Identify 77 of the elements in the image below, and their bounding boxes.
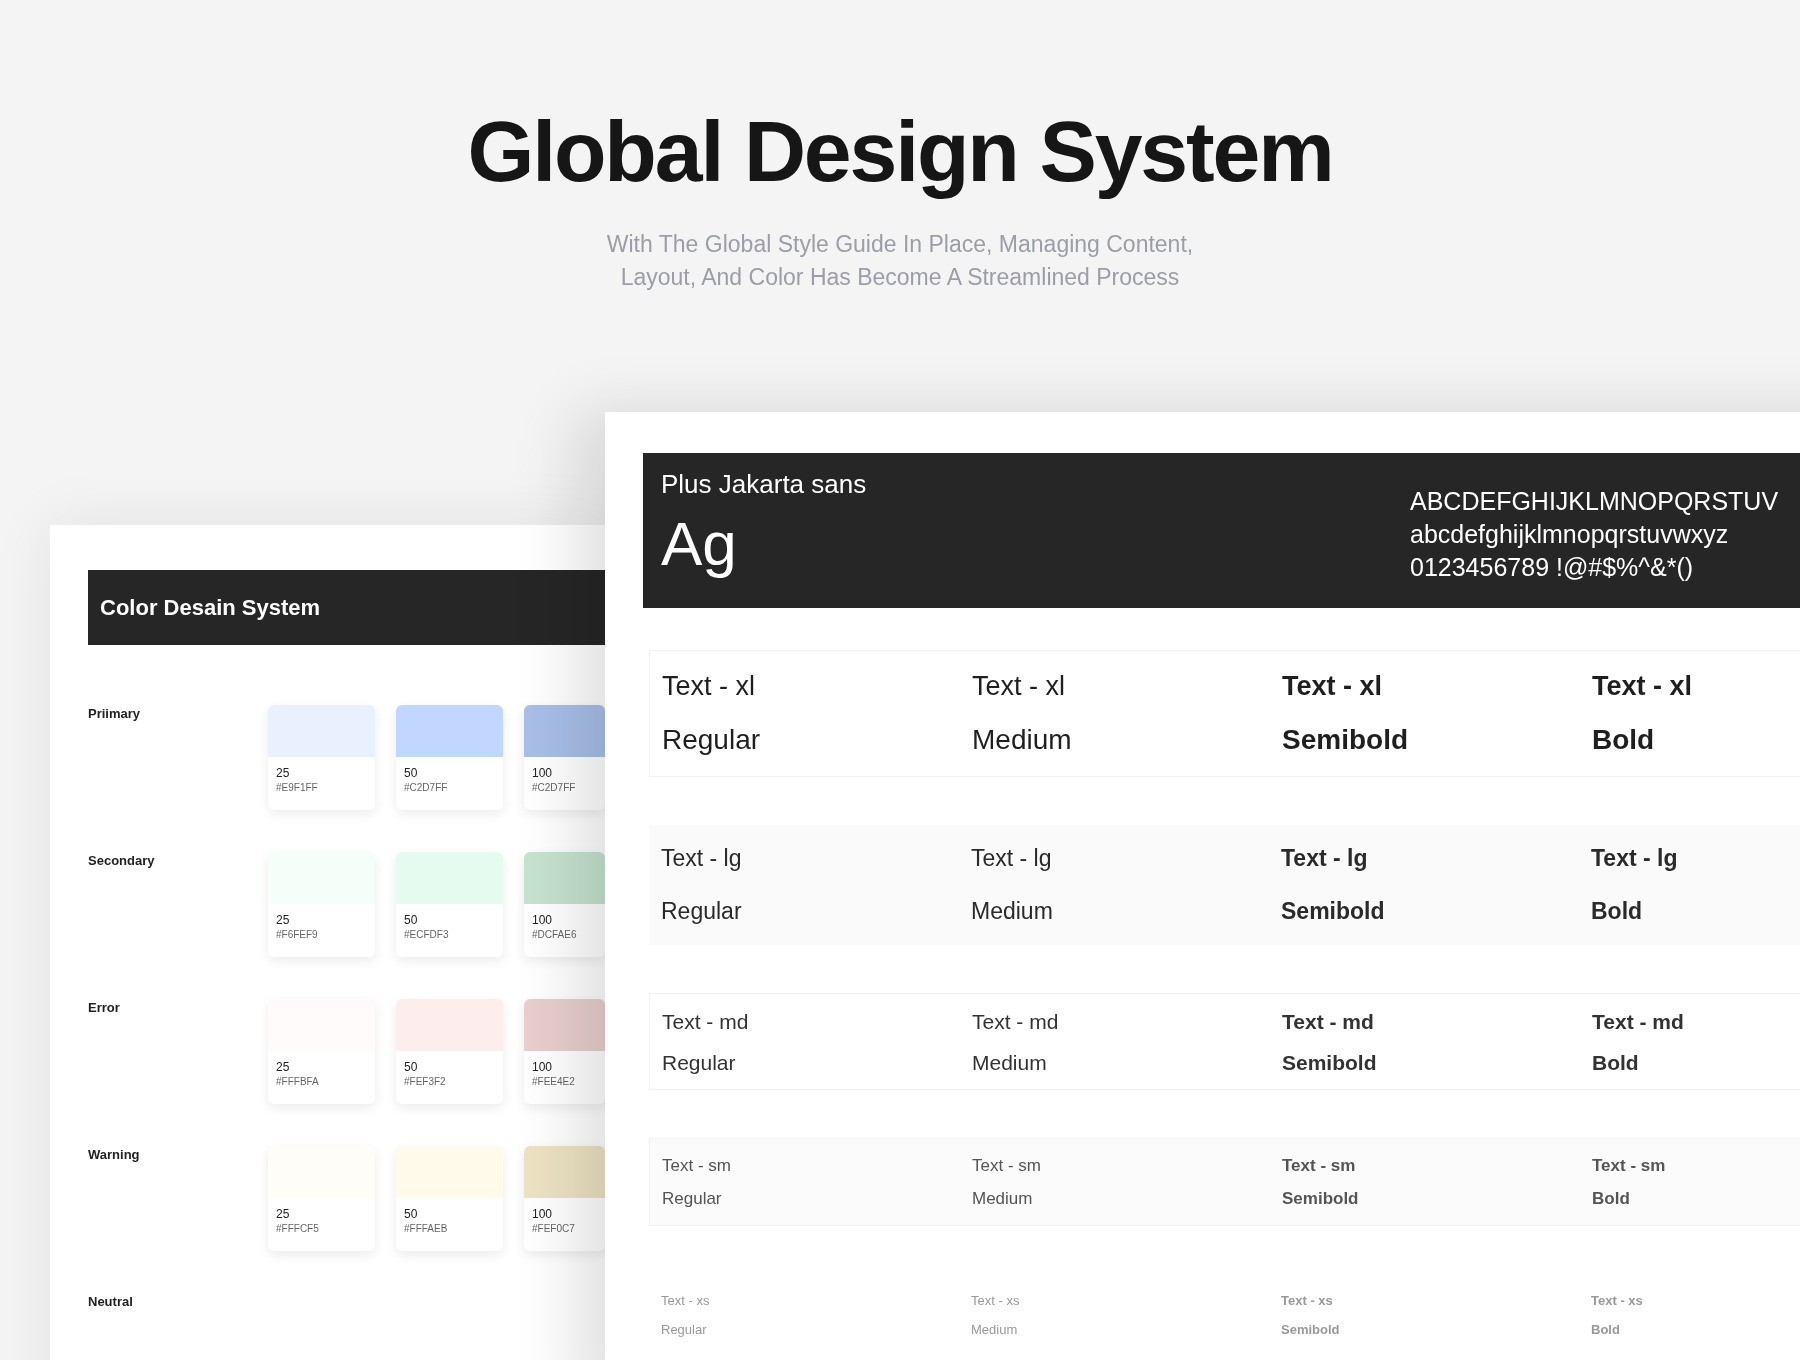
size-label: Text - md	[972, 1010, 1060, 1032]
size-label: Text - xl	[662, 673, 756, 700]
swatch-step: 50	[404, 767, 495, 779]
swatch-hex: #FFFAEB	[404, 1224, 449, 1234]
swatch-hex: #C2D7FF	[404, 783, 449, 793]
swatch-hex: #C2D7FF	[532, 783, 577, 793]
size-label: Text - md	[1282, 1010, 1375, 1032]
weight-label: Medium	[972, 726, 1073, 754]
size-label: Text - xs	[661, 1294, 711, 1307]
weight-label: Medium	[972, 1051, 1048, 1073]
size-label: Text - xs	[1281, 1294, 1334, 1307]
swatch-hex: #E9F1FF	[276, 783, 319, 793]
weight-label: Bold	[1591, 900, 1644, 923]
swatch-hex: #F6FEF9	[276, 930, 319, 940]
group-label: Error	[88, 999, 121, 1014]
size-label: Text - lg	[1281, 847, 1369, 870]
swatch-step: 50	[404, 1208, 495, 1220]
weight-label: Bold	[1592, 726, 1656, 754]
swatch-step: 100	[532, 1061, 597, 1073]
weight-label: Regular	[662, 1190, 723, 1207]
size-label: Text - xs	[971, 1294, 1021, 1307]
size-label: Text - sm	[972, 1157, 1042, 1174]
weight-label: Bold	[1591, 1323, 1621, 1336]
weight-label: Medium	[972, 1190, 1034, 1207]
glyph-line: 0123456789 !@#$%^&*()	[1410, 552, 1695, 583]
swatch-step: 25	[276, 1061, 367, 1073]
weight-label: Semibold	[1282, 1051, 1378, 1073]
weight-label: Regular	[661, 1323, 708, 1336]
weight-label: Regular	[661, 900, 743, 923]
size-label: Text - lg	[1591, 847, 1679, 870]
weight-label: Medium	[971, 1323, 1019, 1336]
swatch-hex: #FFFBFA	[276, 1077, 320, 1087]
weight-label: Regular	[662, 726, 762, 754]
swatch-step: 100	[532, 914, 597, 926]
size-label: Text - sm	[1592, 1157, 1667, 1174]
size-label: Text - lg	[971, 847, 1053, 870]
swatch-step: 100	[532, 1208, 597, 1220]
page-title: Global Design System	[467, 102, 1333, 201]
group-label: Priimary	[88, 705, 142, 720]
weight-label: Medium	[971, 900, 1054, 923]
glyph-line: abcdefghijklmnopqrstuvwxyz	[1410, 519, 1730, 550]
size-label: Text - xl	[972, 673, 1066, 700]
swatch-hex: #FEF0C7	[532, 1224, 576, 1234]
size-label: Text - md	[1592, 1010, 1685, 1032]
glyph-line: ABCDEFGHIJKLMNOPQRSTUV	[1410, 486, 1779, 517]
group-label: Neutral	[88, 1293, 134, 1308]
swatch-hex: #FEE4E2	[532, 1077, 576, 1087]
weight-label: Regular	[662, 1051, 737, 1073]
swatch-hex: #DCFAE6	[532, 930, 578, 940]
group-label: Warning	[88, 1146, 141, 1161]
swatch-step: 25	[276, 1208, 367, 1220]
size-label: Text - xl	[1282, 673, 1384, 700]
swatch-step: 50	[404, 1061, 495, 1073]
weight-label: Semibold	[1282, 1190, 1360, 1207]
weight-label: Semibold	[1282, 726, 1409, 754]
size-label: Text - xs	[1591, 1294, 1644, 1307]
size-label: Text - sm	[662, 1157, 732, 1174]
size-label: Text - md	[662, 1010, 750, 1032]
subtitle-line: Layout, And Color Has Become A Streamlined Process	[620, 266, 1180, 290]
weight-label: Bold	[1592, 1190, 1631, 1207]
swatch-step: 25	[276, 914, 367, 926]
subtitle-line: With The Global Style Guide In Place, Managing Content,	[606, 233, 1194, 257]
size-label: Text - sm	[1282, 1157, 1357, 1174]
weight-label: Semibold	[1281, 900, 1386, 923]
swatch-hex: #ECFDF3	[404, 930, 450, 940]
size-label: Text - lg	[661, 847, 743, 870]
group-label: Secondary	[88, 852, 156, 867]
swatch-hex: #FFFCF5	[276, 1224, 320, 1234]
swatch-step: 50	[404, 914, 495, 926]
weight-label: Bold	[1592, 1051, 1640, 1073]
swatch-hex: #FEF3F2	[404, 1077, 447, 1087]
panel-title: Color Desain System	[100, 594, 321, 622]
size-label: Text - xl	[1592, 673, 1694, 700]
swatch-step: 25	[276, 767, 367, 779]
weight-label: Semibold	[1281, 1323, 1341, 1336]
font-name: Plus Jakarta sans	[661, 471, 868, 497]
swatch-step: 100	[532, 767, 597, 779]
